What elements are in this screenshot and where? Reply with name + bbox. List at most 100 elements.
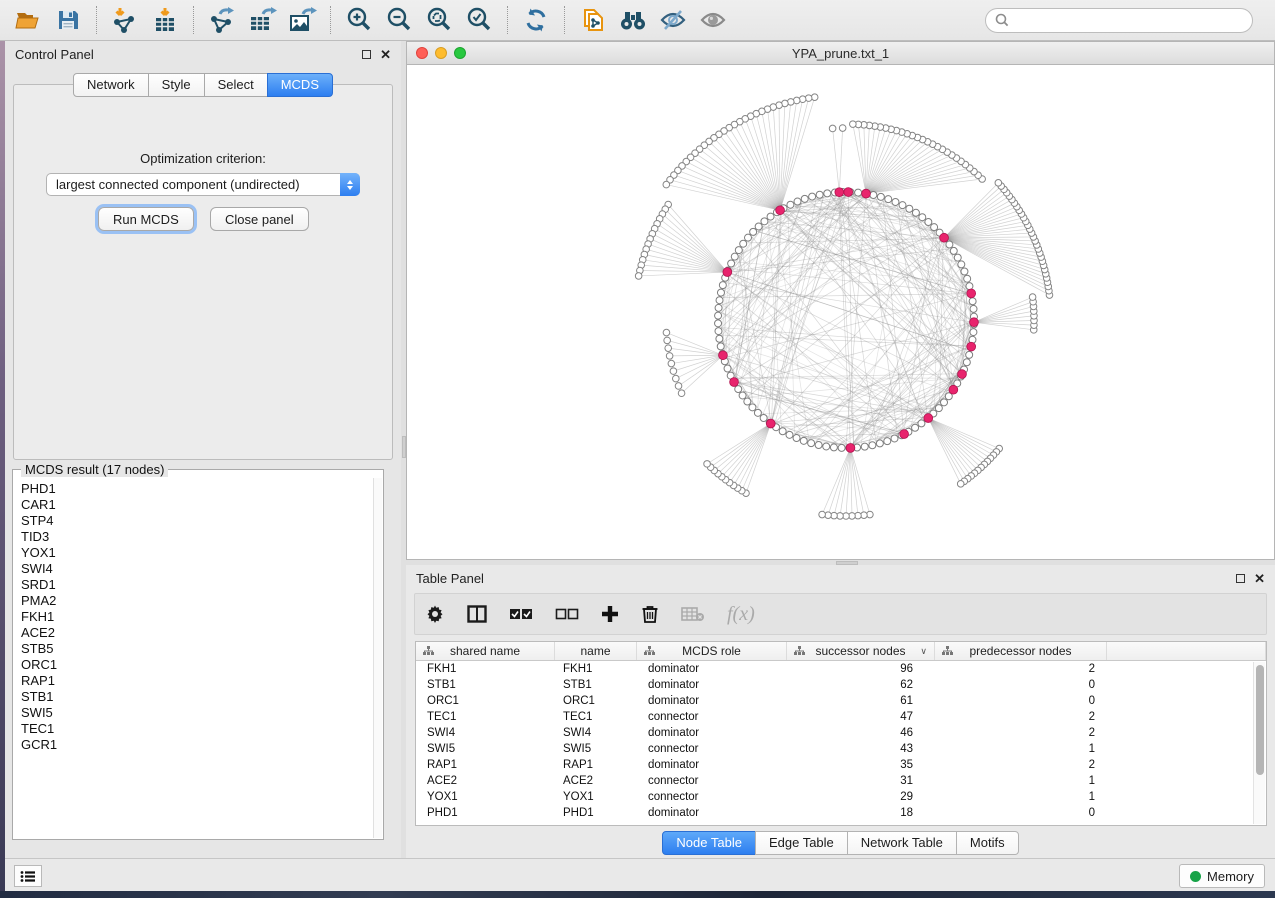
tab-edge-table[interactable]: Edge Table	[755, 831, 848, 855]
table-row[interactable]: YOX1YOX1connector291	[416, 789, 1266, 805]
network-window: YPA_prune.txt_1	[406, 41, 1275, 560]
tab-network-table[interactable]: Network Table	[847, 831, 957, 855]
deselect-all-icon[interactable]	[555, 601, 579, 627]
refresh-network-icon[interactable]	[516, 3, 556, 37]
open-file-icon[interactable]	[8, 3, 48, 37]
network-titlebar[interactable]: YPA_prune.txt_1	[407, 42, 1274, 65]
table-row[interactable]: FKH1FKH1dominator962	[416, 661, 1266, 677]
toolbar-separator	[193, 6, 194, 34]
zoom-out-icon[interactable]	[379, 3, 419, 37]
optimization-criterion-select[interactable]: largest connected component (undirected)	[46, 173, 360, 196]
memory-button[interactable]: Memory	[1179, 864, 1265, 888]
export-image-icon[interactable]	[282, 3, 322, 37]
close-panel-button[interactable]: Close panel	[210, 207, 309, 231]
table-row[interactable]: TEC1TEC1connector472	[416, 709, 1266, 725]
table-row[interactable]: SWI5SWI5connector431	[416, 741, 1266, 757]
table-row[interactable]: ORC1ORC1dominator610	[416, 693, 1266, 709]
app-body: Control Panel ✕ Optimization criterion: …	[5, 41, 1275, 891]
network-graph-svg	[407, 65, 1274, 559]
table-row[interactable]: ACE2ACE2connector311	[416, 773, 1266, 789]
optimization-criterion-label: Optimization criterion:	[14, 151, 392, 166]
save-session-icon[interactable]	[48, 3, 88, 37]
export-network-icon[interactable]	[202, 3, 242, 37]
scrollbar-thumb[interactable]	[1256, 665, 1264, 775]
delete-rows-icon[interactable]	[641, 601, 659, 627]
search-binoculars-icon[interactable]	[613, 3, 653, 37]
float-panel-icon[interactable]	[1236, 574, 1245, 583]
desktop-wallpaper-bottom	[0, 891, 1275, 898]
mcds-result-item[interactable]: TID3	[21, 529, 373, 545]
column-header[interactable]: MCDS role	[637, 642, 787, 660]
mcds-result-item[interactable]: ORC1	[21, 657, 373, 673]
column-header[interactable]: name	[555, 642, 637, 660]
mcds-result-item[interactable]: STP4	[21, 513, 373, 529]
mcds-result-item[interactable]: PMA2	[21, 593, 373, 609]
mcds-result-group: MCDS result (17 nodes) PHD1CAR1STP4TID3Y…	[12, 469, 384, 840]
close-panel-icon[interactable]: ✕	[380, 50, 391, 59]
delete-table-icon[interactable]	[681, 601, 705, 627]
table-row[interactable]: RAP1RAP1dominator352	[416, 757, 1266, 773]
mcds-result-item[interactable]: CAR1	[21, 497, 373, 513]
main-toolbar	[0, 0, 1275, 41]
column-header[interactable]: shared name	[416, 642, 555, 660]
table-row[interactable]: SWI4SWI4dominator462	[416, 725, 1266, 741]
export-table-icon[interactable]	[242, 3, 282, 37]
table-row[interactable]: PHD1PHD1dominator180	[416, 805, 1266, 821]
tab-motifs[interactable]: Motifs	[956, 831, 1019, 855]
run-mcds-button[interactable]: Run MCDS	[98, 207, 194, 231]
mcds-result-item[interactable]: GCR1	[21, 737, 373, 753]
table-panel-title: Table Panel	[416, 571, 484, 586]
mcds-result-item[interactable]: PHD1	[21, 481, 373, 497]
tab-node-table[interactable]: Node Table	[662, 831, 756, 855]
float-panel-icon[interactable]	[362, 50, 371, 59]
mcds-result-item[interactable]: YOX1	[21, 545, 373, 561]
mcds-result-item[interactable]: FKH1	[21, 609, 373, 625]
add-row-icon[interactable]	[601, 601, 619, 627]
zoom-fit-icon[interactable]	[419, 3, 459, 37]
import-network-icon[interactable]	[105, 3, 145, 37]
splitter-grip[interactable]	[836, 561, 858, 565]
mcds-result-item[interactable]: ACE2	[21, 625, 373, 641]
toolbar-separator	[507, 6, 508, 34]
mcds-result-item[interactable]: STB1	[21, 689, 373, 705]
mcds-result-item[interactable]: SRD1	[21, 577, 373, 593]
search-input[interactable]	[1010, 10, 1252, 30]
mcds-result-item[interactable]: SWI4	[21, 561, 373, 577]
table-settings-icon[interactable]	[425, 601, 445, 627]
select-all-icon[interactable]	[509, 601, 533, 627]
column-header[interactable]: successor nodes∨	[787, 642, 935, 660]
table-scrollbar[interactable]	[1253, 662, 1265, 824]
clone-network-icon[interactable]	[573, 3, 613, 37]
memory-label: Memory	[1207, 869, 1254, 884]
tab-mcds[interactable]: MCDS	[267, 73, 333, 97]
control-panel-tabs: Network Style Select MCDS	[5, 73, 401, 97]
tab-select[interactable]: Select	[204, 73, 268, 97]
toolbar-separator	[330, 6, 331, 34]
mcds-result-item[interactable]: STB5	[21, 641, 373, 657]
status-menu-button[interactable]	[14, 865, 42, 887]
hide-selected-icon[interactable]	[653, 3, 693, 37]
column-header[interactable]: predecessor nodes	[935, 642, 1107, 660]
import-table-icon[interactable]	[145, 3, 185, 37]
function-builder-icon[interactable]: f(x)	[727, 601, 755, 627]
mcds-list-scrollbar[interactable]	[373, 478, 382, 838]
tab-network[interactable]: Network	[73, 73, 149, 97]
network-title: YPA_prune.txt_1	[407, 46, 1274, 61]
mcds-result-item[interactable]: RAP1	[21, 673, 373, 689]
show-all-eye-icon[interactable]	[693, 3, 733, 37]
splitter-grip[interactable]	[402, 436, 406, 458]
table-row[interactable]: STB1STB1dominator620	[416, 677, 1266, 693]
show-columns-icon[interactable]	[467, 601, 487, 627]
zoom-in-icon[interactable]	[339, 3, 379, 37]
zoom-selected-icon[interactable]	[459, 3, 499, 37]
mcds-result-item[interactable]: TEC1	[21, 721, 373, 737]
network-canvas[interactable]	[407, 65, 1274, 559]
mcds-result-item[interactable]: SWI5	[21, 705, 373, 721]
tab-style[interactable]: Style	[148, 73, 205, 97]
close-panel-icon[interactable]: ✕	[1254, 574, 1265, 583]
network-graph[interactable]	[635, 94, 1052, 519]
table-body: FKH1FKH1dominator962STB1STB1dominator620…	[416, 661, 1266, 821]
mcds-result-list: PHD1CAR1STP4TID3YOX1SWI4SRD1PMA2FKH1ACE2…	[14, 478, 373, 838]
status-bar: Memory	[5, 858, 1275, 891]
list-icon	[20, 870, 36, 883]
